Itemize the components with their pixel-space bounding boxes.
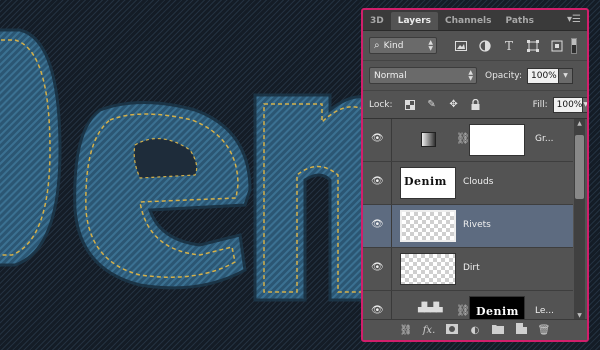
fx-icon[interactable]: fx. xyxy=(418,325,441,336)
type-filter-icon[interactable]: T xyxy=(497,38,521,54)
layer-mask-thumbnail[interactable]: Denim xyxy=(469,296,525,321)
blend-mode-value: Normal xyxy=(374,70,407,81)
new-group-icon[interactable] xyxy=(487,324,510,337)
layer-row-gradient[interactable]: 👁 ⛓ Gr... xyxy=(363,119,573,162)
lock-transparent-pixels-icon[interactable] xyxy=(399,97,421,113)
visibility-eye-icon[interactable]: 👁 xyxy=(371,219,387,231)
layer-name[interactable]: Gr... xyxy=(535,134,553,144)
fill-input[interactable]: 100% xyxy=(552,96,584,113)
letter-d-shape xyxy=(0,28,62,267)
lock-all-icon[interactable] xyxy=(465,97,487,113)
layer-thumbnail[interactable] xyxy=(400,253,456,285)
panel-bottom-toolbar: ⛓ fx. ◐ 🗑 xyxy=(363,319,587,340)
layer-name[interactable]: Rivets xyxy=(463,220,491,230)
fill-label: Fill: xyxy=(532,99,548,110)
layers-list: 👁 ⛓ Gr... 👁 Denim Clouds 👁 Rivets 👁 Dirt… xyxy=(363,119,573,321)
mask-text: Denim xyxy=(476,305,519,318)
filter-kind-label: Kind xyxy=(383,40,404,51)
image-filter-icon[interactable] xyxy=(449,38,473,54)
filter-row: ⌕ Kind ▲ ▼ T xyxy=(363,31,587,61)
opacity-label: Opacity: xyxy=(485,70,522,81)
filter-toggle[interactable] xyxy=(571,37,577,54)
layer-row-masked[interactable]: 👁 ▟▙▟▙ ⛓ Denim Le... xyxy=(363,291,573,321)
search-icon: ⌕ xyxy=(374,40,380,51)
tab-paths[interactable]: Paths xyxy=(499,12,542,30)
new-adjustment-icon[interactable]: ◐ xyxy=(464,325,487,336)
filter-kind-select[interactable]: ⌕ Kind ▲ ▼ xyxy=(369,37,437,54)
shape-filter-icon[interactable] xyxy=(521,38,545,54)
lock-label: Lock: xyxy=(369,99,393,110)
tab-channels[interactable]: Channels xyxy=(438,12,498,30)
lock-row: Lock: ✎ ✥ Fill: 100% ▼ xyxy=(363,91,587,119)
layers-panel: 3D Layers Channels Paths ▾☰ ⌕ Kind ▲▼ T xyxy=(361,8,589,342)
lock-image-pixels-icon[interactable]: ✎ xyxy=(421,97,443,113)
letter-e-shape xyxy=(73,101,252,290)
blend-mode-select[interactable]: Normal ▲ ▼ xyxy=(369,67,477,84)
thumb-text: Denim xyxy=(404,175,447,188)
layer-row-clouds[interactable]: 👁 Denim Clouds xyxy=(363,162,573,205)
link-layers-icon[interactable]: ⛓ xyxy=(395,325,418,336)
chain-link-icon[interactable]: ⛓ xyxy=(456,304,470,317)
layer-row-rivets[interactable]: 👁 Rivets xyxy=(363,205,573,248)
adjustment-filter-icon[interactable] xyxy=(473,38,497,54)
scroll-thumb[interactable] xyxy=(575,135,584,199)
trash-icon[interactable]: 🗑 xyxy=(533,325,556,336)
fill-dropdown-icon[interactable]: ▼ xyxy=(583,96,587,113)
layer-mask-thumbnail[interactable] xyxy=(469,124,525,156)
opacity-input[interactable]: 100% xyxy=(527,67,559,84)
visibility-eye-icon[interactable]: 👁 xyxy=(371,262,387,274)
layers-scrollbar[interactable]: ▲ ▼ xyxy=(574,119,585,321)
gradient-adjustment-icon xyxy=(421,132,436,147)
levels-adjustment-icon: ▟▙▟▙ xyxy=(418,303,443,313)
tab-3d[interactable]: 3D xyxy=(363,12,391,30)
layer-thumbnail[interactable]: Denim xyxy=(400,167,456,199)
blend-row: Normal ▲ ▼ Opacity: 100% ▼ xyxy=(363,61,587,91)
visibility-eye-icon[interactable]: 👁 xyxy=(371,176,387,188)
visibility-eye-icon[interactable]: 👁 xyxy=(371,305,387,317)
panel-tabs: 3D Layers Channels Paths ▾☰ xyxy=(363,10,587,31)
visibility-eye-icon[interactable]: 👁 xyxy=(371,133,387,145)
layer-name[interactable]: Clouds xyxy=(463,177,493,187)
updown-icon: ▲ ▼ xyxy=(428,39,433,52)
layer-thumbnail[interactable] xyxy=(400,210,456,242)
layer-row-dirt[interactable]: 👁 Dirt xyxy=(363,248,573,291)
layer-name[interactable]: Le... xyxy=(535,306,554,316)
lock-position-icon[interactable]: ✥ xyxy=(443,97,465,113)
layer-name[interactable]: Dirt xyxy=(463,263,480,273)
new-layer-icon[interactable] xyxy=(510,323,533,337)
panel-menu-icon[interactable]: ▾☰ xyxy=(567,14,581,25)
scroll-up-icon[interactable]: ▲ xyxy=(574,119,585,129)
updown-icon: ▲ ▼ xyxy=(468,69,473,82)
opacity-dropdown-icon[interactable]: ▼ xyxy=(559,67,573,84)
tab-layers[interactable]: Layers xyxy=(390,12,439,30)
add-mask-icon[interactable] xyxy=(441,323,464,337)
smart-object-filter-icon[interactable] xyxy=(545,38,569,54)
letter-n-shape xyxy=(253,93,377,302)
chain-link-icon[interactable]: ⛓ xyxy=(456,132,470,145)
